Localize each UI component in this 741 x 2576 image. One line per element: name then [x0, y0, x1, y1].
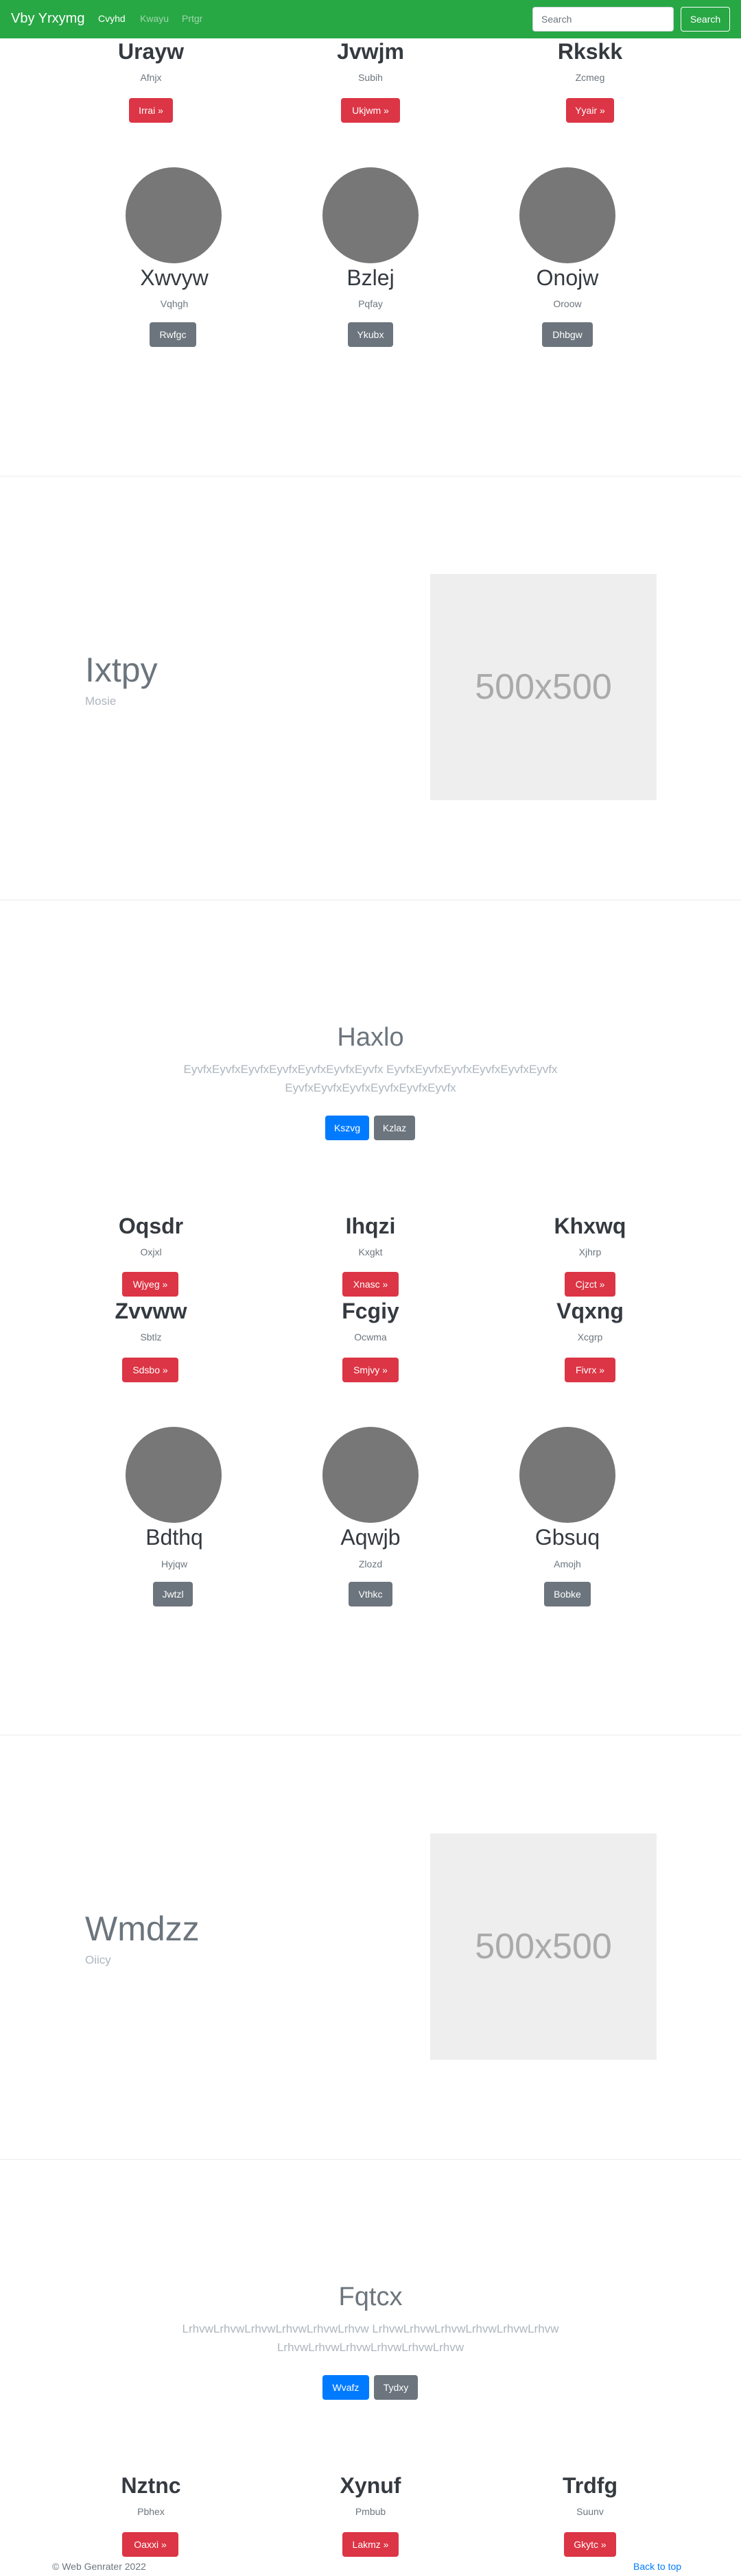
hero-text: EyvfxEyvfxEyvfxEyvfxEyvfxEyvfxEyvfx Eyvf…	[183, 1063, 558, 1094]
hero-secondary-button[interactable]: Tydxy	[374, 2375, 418, 2400]
column-subtitle: Xjhrp	[578, 1247, 602, 1257]
avatar	[519, 1427, 615, 1523]
column-title: Zvvww	[115, 1299, 187, 1323]
avatar	[322, 1427, 419, 1523]
card-title: Gbsuq	[534, 1525, 600, 1550]
nav-link-kwayu[interactable]: Kwayu	[140, 13, 169, 24]
nav-link-prtgr[interactable]: Prtgr	[182, 13, 202, 24]
column-action-button[interactable]: Fivrx »	[565, 1358, 615, 1382]
image-placeholder: 500x500	[430, 574, 657, 800]
search-button[interactable]: Search	[681, 7, 730, 32]
avatar	[519, 167, 615, 263]
avatar	[322, 167, 419, 263]
image-placeholder: 500x500	[430, 1833, 657, 2060]
column-action-button[interactable]: Lakmz »	[342, 2532, 399, 2557]
column-title: Oqsdr	[118, 1214, 184, 1238]
hero-title: Fqtcx	[338, 2283, 403, 2311]
card-button[interactable]: Jwtzl	[153, 1582, 193, 1606]
back-to-top-link[interactable]: Back to top	[633, 2561, 681, 2572]
column-action-button[interactable]: Sdsbo »	[122, 1358, 178, 1382]
column-title: Khxwq	[554, 1214, 626, 1238]
navbar-brand[interactable]: Vby Yrxymg	[11, 11, 84, 27]
feature-subtitle: Oiicy	[85, 1953, 111, 1966]
column-subtitle: Afnjx	[140, 72, 162, 83]
column-title: Ihqzi	[345, 1214, 396, 1238]
column-title: Vqxng	[556, 1299, 624, 1323]
nav-link-cvyhd[interactable]: Cvyhd	[98, 13, 126, 24]
avatar	[126, 1427, 222, 1523]
column-subtitle: Ocwma	[354, 1332, 387, 1343]
avatar	[126, 167, 222, 263]
column-title: Fcgiy	[342, 1299, 399, 1323]
search-input[interactable]	[532, 7, 674, 32]
column-action-button[interactable]: Ukjwm »	[341, 98, 400, 123]
column-subtitle: Sbtlz	[140, 1332, 162, 1343]
column-subtitle: Suunv	[576, 2506, 604, 2517]
column-action-button[interactable]: Irrai »	[129, 98, 173, 123]
card-button[interactable]: Rwfgc	[150, 322, 196, 347]
card-button[interactable]: Ykubx	[348, 322, 393, 347]
column-title: Nztnc	[121, 2473, 181, 2498]
column-title: Urayw	[117, 39, 185, 64]
column-title: Trdfg	[563, 2473, 618, 2498]
section-divider	[0, 476, 741, 477]
column-subtitle: Pbhex	[137, 2506, 165, 2517]
column-action-button[interactable]: Gkytc »	[564, 2532, 616, 2557]
column-action-button[interactable]: Yyair »	[566, 98, 614, 123]
column-title: Rkskk	[557, 39, 623, 64]
column-title: Xynuf	[340, 2473, 401, 2498]
card-title: Onojw	[536, 265, 599, 290]
column-subtitle: Zcmeg	[575, 72, 605, 83]
card-button[interactable]: Bobke	[544, 1582, 591, 1606]
hero-primary-button[interactable]: Kszvg	[325, 1116, 369, 1140]
hero-secondary-button[interactable]: Kzlaz	[374, 1116, 415, 1140]
hero-title: Haxlo	[337, 1023, 404, 1052]
column-action-button[interactable]: Wjyeg »	[122, 1272, 178, 1297]
column-subtitle: Oxjxl	[140, 1247, 162, 1257]
card-subtitle: Oroow	[553, 298, 582, 309]
column-subtitle: Xcgrp	[577, 1332, 603, 1343]
card-subtitle: Amojh	[554, 1558, 581, 1569]
feature-title: Ixtpy	[85, 651, 158, 689]
column-title: Jvwjm	[337, 39, 404, 64]
column-action-button[interactable]: Xnasc »	[342, 1272, 399, 1297]
section-divider	[0, 2159, 741, 2160]
hero-primary-button[interactable]: Wvafz	[322, 2375, 369, 2400]
top-navbar: Vby Yrxymg Cvyhd Kwayu Prtgr Search	[0, 0, 741, 38]
card-button[interactable]: Vthkc	[349, 1582, 392, 1606]
card-button[interactable]: Dhbgw	[542, 322, 593, 347]
feature-subtitle: Mosie	[85, 695, 117, 708]
column-subtitle: Subih	[358, 72, 383, 83]
column-subtitle: Pmbub	[355, 2506, 386, 2517]
column-subtitle: Kxgkt	[358, 1247, 383, 1257]
feature-title: Wmdzz	[85, 1910, 200, 1948]
column-action-button[interactable]: Oaxxi »	[122, 2532, 178, 2557]
hero-text: LrhvwLrhvwLrhvwLrhvwLrhvwLrhvw LrhvwLrhv…	[182, 2322, 559, 2354]
footer-copyright: © Web Genrater 2022	[52, 2561, 146, 2572]
column-action-button[interactable]: Cjzct »	[565, 1272, 615, 1297]
column-action-button[interactable]: Smjvy »	[342, 1358, 399, 1382]
